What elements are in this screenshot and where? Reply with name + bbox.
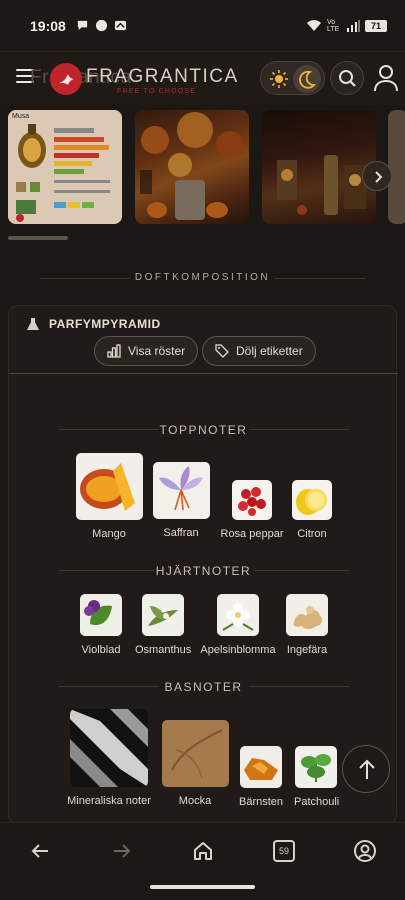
- note-label: Osmanthus: [135, 644, 192, 656]
- orange-blossom-image: [222, 603, 254, 631]
- note-label: Citron: [297, 528, 327, 540]
- search-icon: [339, 70, 356, 87]
- signal-icon: [347, 19, 360, 32]
- theme-toggle[interactable]: [260, 61, 325, 95]
- note-label: Bärnsten: [238, 796, 284, 808]
- amber-image: [244, 758, 278, 780]
- base-notes-title: BASNOTER: [164, 680, 243, 694]
- app-header: Fragrantica FRAGRANTICA FREE TO CHOOSE: [0, 53, 405, 105]
- mango-image: [79, 463, 135, 511]
- note-mineraliska-noter[interactable]: Mineraliska noter: [64, 709, 154, 807]
- tabs-button[interactable]: 59: [273, 840, 295, 862]
- show-votes-button[interactable]: Visa röster: [94, 336, 199, 366]
- note-label: Ingefära: [286, 644, 328, 656]
- forward-arrow-icon[interactable]: [110, 839, 134, 863]
- ginger-image: [293, 606, 323, 629]
- back-to-top-button[interactable]: [342, 745, 390, 793]
- tag-icon: [215, 344, 229, 358]
- carousel-image-2[interactable]: [135, 110, 249, 224]
- mineral-notes-image: [70, 709, 148, 787]
- note-violblad[interactable]: Violblad: [79, 594, 123, 656]
- home-icon[interactable]: [191, 839, 215, 863]
- note-barnsten[interactable]: Bärnsten: [237, 746, 285, 808]
- home-indicator: [150, 885, 255, 889]
- suede-image: [170, 729, 222, 779]
- card-divider: [9, 373, 398, 374]
- note-patchouli[interactable]: Patchouli: [294, 746, 340, 808]
- message-icon: [77, 20, 87, 31]
- bar-chart-icon: [107, 344, 121, 358]
- logo[interactable]: [50, 63, 82, 95]
- note-saffran[interactable]: Saffran: [151, 462, 211, 539]
- chevron-right-icon: [375, 171, 383, 183]
- sun-icon: [270, 70, 288, 88]
- pink-pepper-image: [238, 487, 266, 516]
- network-type-label: Vo LTE: [327, 18, 340, 33]
- wifi-icon: [307, 20, 321, 31]
- image-carousel[interactable]: Musa: [0, 108, 405, 240]
- moon-icon: [293, 65, 321, 93]
- carousel-scroll-indicator: [8, 236, 68, 240]
- top-notes-title: TOPPNOTER: [159, 423, 248, 437]
- violet-leaf-image: [84, 600, 112, 626]
- note-apelsinblomma[interactable]: Apelsinblomma: [199, 594, 277, 656]
- browser-bottom-bar: 59: [0, 822, 405, 900]
- back-arrow-icon[interactable]: [28, 839, 52, 863]
- circle-status-icon: [95, 19, 107, 32]
- osmanthus-image: [148, 606, 178, 626]
- heart-notes-title: HJÄRTNOTER: [155, 564, 252, 578]
- note-mango[interactable]: Mango: [74, 453, 144, 540]
- hide-tags-button[interactable]: Dölj etiketter: [202, 336, 316, 366]
- flask-icon: [27, 318, 39, 330]
- note-label: Violblad: [81, 644, 121, 656]
- status-bar: 19:08 Vo LTE 71: [0, 0, 405, 52]
- lemon-image: [296, 489, 327, 515]
- tagline: FREE TO CHOOSE: [117, 88, 197, 95]
- patchouli-image: [301, 754, 331, 782]
- app-notification-icon: [114, 20, 126, 31]
- carousel-next-button[interactable]: [362, 161, 392, 191]
- pyramid-title: PARFYMPYRAMID: [49, 317, 161, 331]
- note-citron[interactable]: Citron: [291, 480, 333, 540]
- brand-name[interactable]: FRAGRANTICA: [86, 66, 239, 88]
- note-label: Rosa peppar: [220, 528, 284, 540]
- note-label: Mineraliska noter: [67, 795, 151, 807]
- arrow-up-icon: [359, 759, 375, 779]
- perfume-pyramid-card: PARFYMPYRAMID Visa röster Dölj etiketter…: [8, 305, 398, 825]
- show-votes-label: Visa röster: [128, 344, 186, 358]
- battery-icon: 71: [365, 19, 387, 32]
- section-title: DOFTKOMPOSITION: [134, 272, 271, 283]
- hide-tags-label: Dölj etiketter: [236, 344, 303, 358]
- thumb-title: Musa: [12, 113, 30, 120]
- search-button[interactable]: [330, 61, 364, 95]
- note-rosa-peppar[interactable]: Rosa peppar: [219, 480, 285, 540]
- user-account-icon[interactable]: [372, 63, 400, 93]
- note-label: Saffran: [163, 527, 199, 539]
- note-osmanthus[interactable]: Osmanthus: [135, 594, 191, 656]
- note-label: Apelsinblomma: [200, 644, 276, 656]
- carousel-image-1[interactable]: Musa: [8, 110, 122, 224]
- note-label: Mocka: [178, 795, 212, 807]
- note-label: Mango: [92, 528, 126, 540]
- note-label: Patchouli: [294, 796, 340, 808]
- note-mocka[interactable]: Mocka: [161, 720, 229, 807]
- perfume-infographic: [8, 110, 122, 224]
- profile-icon[interactable]: [353, 839, 377, 863]
- carousel-image-3[interactable]: [262, 110, 376, 224]
- note-ingefara[interactable]: Ingefära: [282, 594, 332, 656]
- saffron-image: [158, 466, 203, 511]
- status-time: 19:08: [30, 17, 66, 34]
